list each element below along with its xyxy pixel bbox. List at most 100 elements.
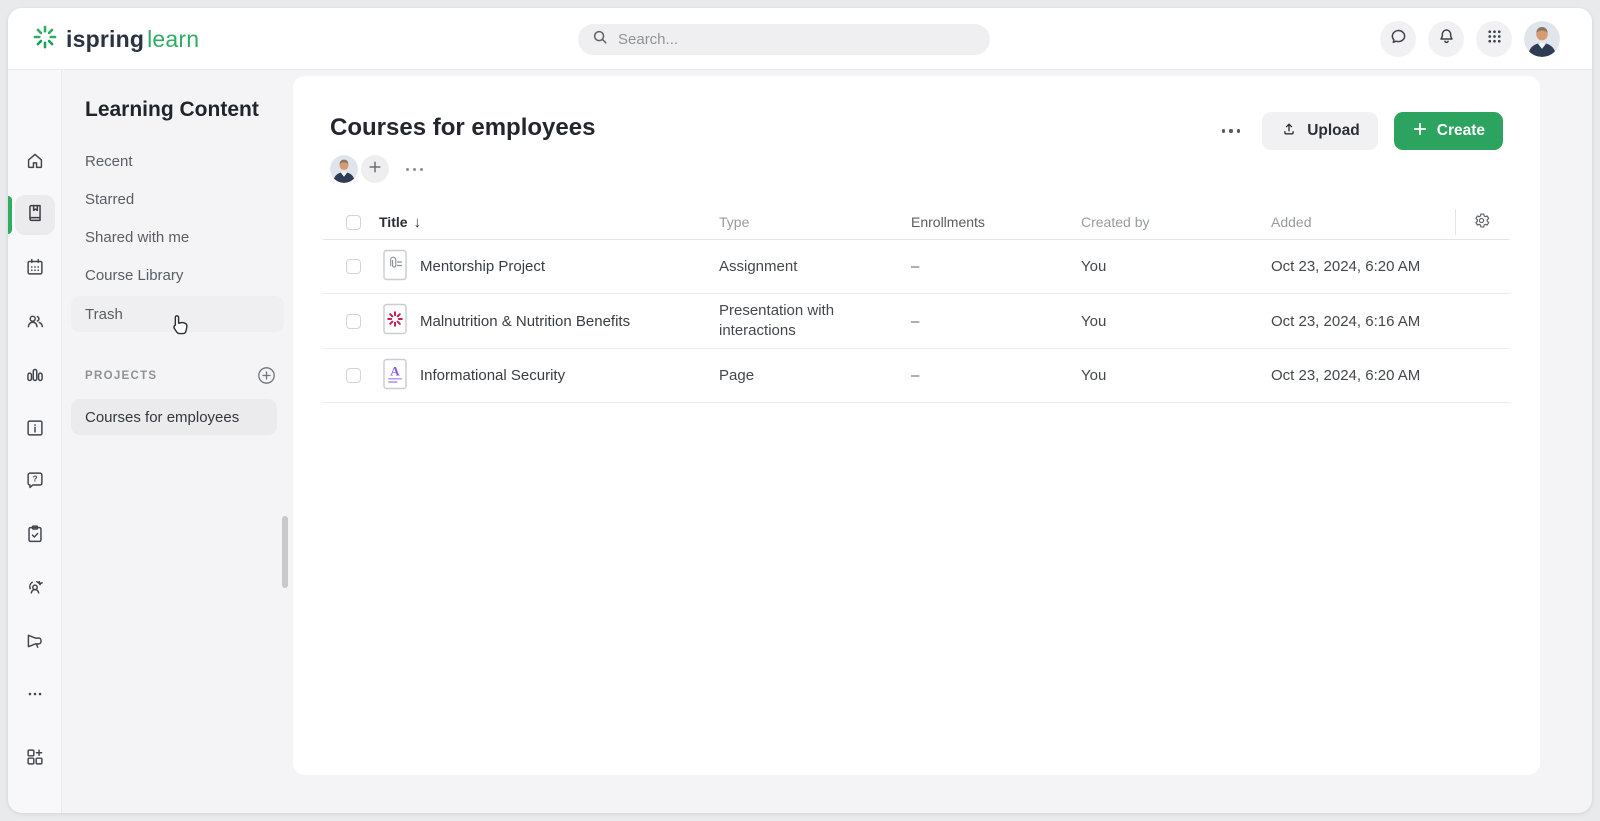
app-window: ispringlearn — [8, 8, 1592, 813]
sidebar-item-label: Recent — [85, 153, 133, 170]
svg-text:?: ? — [32, 474, 37, 483]
sidebar-item-trash[interactable]: Trash — [71, 296, 284, 332]
presentation-doc-icon — [382, 303, 408, 339]
table-row[interactable]: Malnutrition & Nutrition Benefits Presen… — [323, 294, 1510, 349]
sidebar-item-label: Shared with me — [85, 229, 189, 246]
brand-logo[interactable]: ispringlearn — [32, 8, 199, 70]
info-box-icon — [24, 417, 46, 444]
global-search[interactable] — [578, 24, 990, 55]
page-doc-icon: A — [382, 358, 408, 394]
sidebar-item-recent[interactable]: Recent — [71, 143, 284, 179]
sidebar-scrollbar[interactable] — [282, 516, 288, 588]
book-icon — [24, 202, 46, 229]
select-all-checkbox[interactable] — [346, 215, 361, 230]
sidebar-item-course-library[interactable]: Course Library — [71, 257, 284, 293]
sidebar-item-label: Course Library — [85, 267, 183, 284]
chat-bubble-icon — [1388, 26, 1409, 52]
column-label: Enrollments — [911, 214, 985, 230]
rail-more-button[interactable] — [15, 676, 55, 716]
rail-home-button[interactable] — [15, 143, 55, 183]
owners-more-button[interactable] — [400, 162, 429, 177]
search-input[interactable] — [618, 31, 977, 48]
row-enrollments: – — [911, 294, 1061, 348]
row-added: Oct 23, 2024, 6:16 AM — [1271, 294, 1461, 348]
brand-name-secondary: learn — [147, 26, 199, 52]
column-header-created-by[interactable]: Created by — [1081, 205, 1241, 239]
sidebar-item-label: Trash — [85, 306, 123, 323]
rail-addons-button[interactable] — [15, 739, 55, 779]
rail-announcements-button[interactable] — [15, 623, 55, 663]
row-enrollments: – — [911, 349, 1061, 402]
row-title: Malnutrition & Nutrition Benefits — [420, 294, 710, 348]
projects-section-label: PROJECTS — [85, 370, 157, 382]
add-owner-button[interactable] — [361, 155, 389, 183]
table-row[interactable]: A Informational Security Page – You Oct … — [323, 349, 1510, 403]
clipboard-check-icon — [24, 523, 46, 550]
table-settings-button[interactable] — [1466, 209, 1496, 237]
column-label: Type — [719, 212, 749, 232]
upload-icon — [1280, 120, 1298, 143]
rail-live-sessions-button[interactable] — [15, 569, 55, 609]
plus-icon — [1412, 121, 1428, 142]
row-title: Mentorship Project — [420, 240, 710, 293]
upload-button[interactable]: Upload — [1262, 112, 1378, 150]
messages-button[interactable] — [1380, 21, 1416, 57]
rail-calendar-button[interactable] — [15, 249, 55, 289]
user-avatar[interactable] — [1524, 21, 1560, 57]
row-type: Assignment — [719, 240, 901, 293]
column-header-type[interactable]: Type — [719, 205, 901, 239]
sidebar-title: Learning Content — [85, 98, 259, 122]
column-label: Title — [379, 214, 408, 230]
header-divider — [1455, 209, 1456, 235]
sidebar-item-shared-with-me[interactable]: Shared with me — [71, 219, 284, 255]
rail-assignments-button[interactable] — [15, 516, 55, 556]
sidebar-project-courses-for-employees[interactable]: Courses for employees — [71, 399, 277, 435]
upload-button-label: Upload — [1307, 122, 1360, 140]
column-header-title[interactable]: Title ↓ — [379, 205, 421, 239]
sidebar: Learning Content Recent Starred Shared w… — [63, 70, 293, 813]
add-project-button[interactable] — [256, 365, 277, 386]
person-orbit-icon — [24, 576, 46, 603]
row-checkbox[interactable] — [346, 314, 361, 329]
apps-launcher-button[interactable] — [1476, 21, 1512, 57]
column-header-added[interactable]: Added — [1271, 205, 1461, 239]
owner-avatar[interactable] — [330, 155, 358, 183]
create-button[interactable]: Create — [1394, 112, 1503, 150]
row-checkbox[interactable] — [346, 259, 361, 274]
rail-learning-content-button[interactable] — [15, 195, 55, 235]
page-more-button[interactable] — [1216, 123, 1247, 139]
sidebar-item-starred[interactable]: Starred — [71, 181, 284, 217]
sidebar-item-label: Starred — [85, 191, 134, 208]
rail-help-button[interactable]: ? — [15, 462, 55, 502]
create-button-label: Create — [1437, 122, 1485, 140]
content-panel: Courses for employees — [293, 76, 1540, 775]
row-enrollments: – — [911, 240, 1061, 293]
rail-knowledge-base-button[interactable] — [15, 410, 55, 450]
ispring-burst-icon — [32, 24, 58, 55]
more-horizontal-icon — [24, 683, 46, 710]
home-icon — [24, 150, 46, 177]
project-owners — [330, 155, 429, 183]
question-bubble-icon: ? — [24, 469, 46, 496]
gear-icon — [1472, 211, 1491, 235]
project-item-label: Courses for employees — [85, 409, 239, 426]
users-icon — [24, 310, 46, 337]
rail-people-button[interactable] — [15, 303, 55, 343]
row-created-by: You — [1081, 349, 1241, 402]
megaphone-icon — [24, 630, 46, 657]
column-header-enrollments[interactable]: Enrollments — [911, 205, 1061, 239]
assignment-doc-icon — [382, 249, 408, 285]
rail-reports-button[interactable] — [15, 357, 55, 397]
brand-name-primary: ispring — [66, 26, 144, 52]
row-checkbox[interactable] — [346, 368, 361, 383]
column-label: Created by — [1081, 214, 1149, 230]
apps-plus-icon — [24, 746, 46, 773]
plus-icon — [367, 159, 383, 180]
sort-descending-icon: ↓ — [414, 214, 422, 231]
notifications-button[interactable] — [1428, 21, 1464, 57]
table-header: Title ↓ Type Enrollments Created by Adde… — [323, 205, 1510, 240]
page-title: Courses for employees — [330, 114, 595, 142]
table-row[interactable]: Mentorship Project Assignment – You Oct … — [323, 240, 1510, 294]
row-type: Presentation with interactions — [719, 294, 901, 348]
calendar-icon — [24, 256, 46, 283]
